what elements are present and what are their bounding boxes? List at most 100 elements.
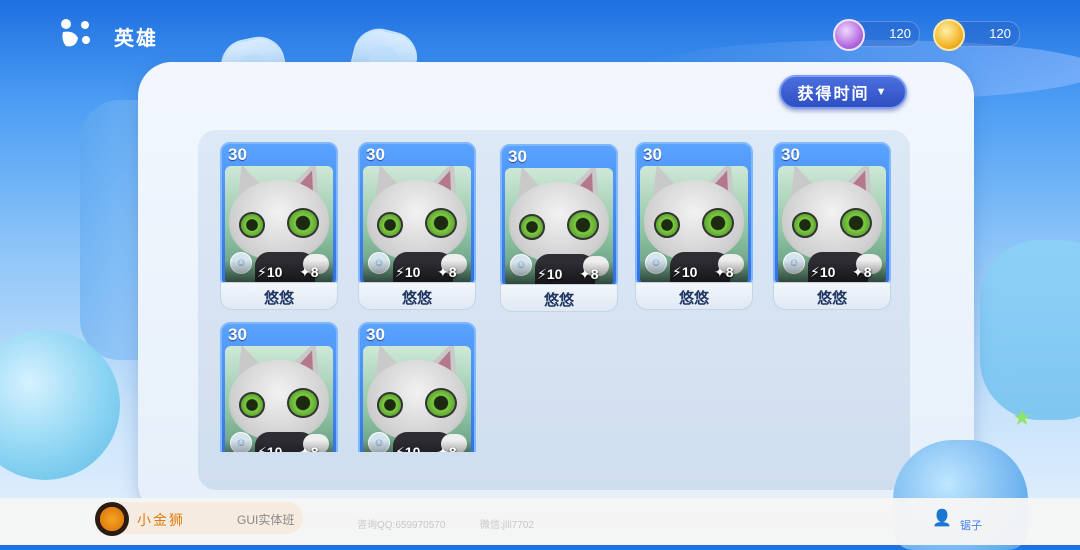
sort-dropdown-button[interactable]: 获得时间 ▼ [779,75,907,109]
hero-stats: ⚡10 ✦8 [505,262,613,286]
power-value: 10 [404,264,421,280]
hero-grid[interactable]: 30☺⚡10✦8悠悠30☺⚡10✦8悠悠30☺⚡10✦8悠悠30☺⚡10✦8悠悠… [198,130,910,452]
star-stat: ✦8 [579,266,599,282]
hero-stats: ⚡10 ✦8 [363,440,471,452]
cat-eye [377,212,403,238]
power-value: 10 [266,264,283,280]
cat-eye [792,212,818,238]
top-bar: 英雄 120 120 [0,0,1080,70]
power-stat: ⚡10 [257,264,283,280]
hero-portrait: ☺⚡10✦8 [225,166,333,284]
hero-stats: ⚡10 ✦8 [225,260,333,284]
power-value: 10 [546,266,563,282]
hero-portrait: ☺⚡10✦8 [778,166,886,284]
user-icon: 👤 [932,510,952,527]
hero-stats: ⚡10 ✦8 [640,260,748,284]
cat-eye [654,212,680,238]
cat-eye [519,214,545,240]
hero-name: 悠悠 [401,290,432,307]
cat-eye [425,208,457,238]
hero-portrait: ☺⚡10✦8 [363,346,471,452]
star-stat: ✦8 [852,264,872,280]
hero-portrait-frame: 30 ☺⚡10✦8 [358,322,476,452]
hero-card[interactable]: 30☺⚡10✦8悠悠 [220,322,338,452]
hero-portrait: ☺⚡10✦8 [363,166,471,284]
cat-eye [287,388,319,418]
contact-wechat: 微信:jlll7702 [480,520,534,531]
power-stat: ⚡10 [257,444,282,452]
gem-currency[interactable]: 120 [833,19,920,51]
hero-level: 30 [366,145,385,164]
power-stat: ⚡10 [672,264,698,280]
cat-head [367,180,467,260]
hero-portrait-frame: 30 ☺⚡10✦8 [358,142,476,288]
cat-eye [425,388,457,418]
paw-logo-icon [61,19,90,47]
hero-stats: ⚡10 ✦8 [363,260,471,284]
hero-card[interactable]: 30☺⚡10✦8悠悠 [220,142,338,312]
hero-portrait-frame: 30☺⚡10✦8 [220,142,338,288]
star-value: 8 [448,444,457,452]
cat-eye [567,210,599,240]
cat-head [229,360,329,440]
power-stat: ⚡10 [537,266,563,282]
hero-stats: ⚡10 ✦8 [778,260,886,284]
power-value: 10 [266,444,283,452]
hero-portrait-frame: 30☺⚡10✦8 [220,322,338,452]
hero-level: 30 [643,145,662,164]
lion-logo-icon [95,502,129,536]
cat-head [229,180,329,260]
hero-name: 悠悠 [263,290,294,307]
coin-amount: 120 [989,26,1011,41]
cat-eye [840,208,872,238]
hero-card[interactable]: 30☺⚡10✦8悠悠 [500,144,618,314]
hero-portrait-frame: 30☺⚡10✦8 [773,142,891,288]
hero-portrait: ☺⚡10✦8 [640,166,748,284]
hero-portrait: ☺⚡10✦8 [225,346,333,452]
cat-head [509,182,609,262]
brand-badge: 小金狮 GUI实体班 [95,502,303,536]
hero-name: 悠悠 [543,292,574,309]
cat-eye [377,392,403,418]
hero-stats: ⚡10 ✦8 [225,440,333,452]
cat-eye [287,208,319,238]
hero-card[interactable]: 30☺⚡10✦8悠悠 [635,142,753,312]
sort-label: 获得时间 [797,86,870,103]
hero-name: 悠悠 [816,290,847,307]
gem-amount: 120 [889,26,911,41]
star-value: 8 [310,444,319,452]
star-value: 8 [863,264,872,280]
power-stat: ⚡10 [810,264,836,280]
hero-level: 30 [781,145,800,164]
hero-card[interactable]: 30 ☺⚡10✦8 悠悠 [358,142,476,312]
footer-bar: 小金狮 GUI实体班 咨询QQ:659970570 微信:jlll7702 👤 … [0,498,1080,545]
brand-name: 小金狮 [137,512,185,528]
background-bubble-right [980,240,1080,420]
purple-gem-icon [833,19,865,51]
course-name: GUI实体班 [237,513,295,527]
cat-eye [702,208,734,238]
hero-level: 30 [366,325,385,344]
hero-card[interactable]: 30☺⚡10✦8悠悠 [358,322,476,452]
power-stat: ⚡10 [395,264,421,280]
hero-level: 30 [508,147,527,166]
hero-portrait-frame: 30☺⚡10✦8 [500,144,618,290]
star-stat: ✦8 [714,264,734,280]
author-name: 锯子 [960,520,982,532]
power-stat: ⚡10 [395,444,420,452]
page-title: 英雄 [114,28,158,50]
cat-head [782,180,882,260]
hero-level: 30 [228,145,247,164]
hero-card[interactable]: 30☺⚡10✦8悠悠 [773,142,891,312]
coin-currency[interactable]: 120 [933,19,1020,51]
cat-head [644,180,744,260]
hero-portrait: ☺⚡10✦8 [505,168,613,286]
star-value: 8 [590,266,599,282]
star-decoration-icon: ★ [1012,405,1032,430]
gold-coin-icon [933,19,965,51]
cat-eye [239,392,265,418]
hero-portrait-frame: 30☺⚡10✦8 [635,142,753,288]
star-stat: ✦8 [299,264,319,280]
star-value: 8 [448,264,457,280]
star-value: 8 [725,264,734,280]
